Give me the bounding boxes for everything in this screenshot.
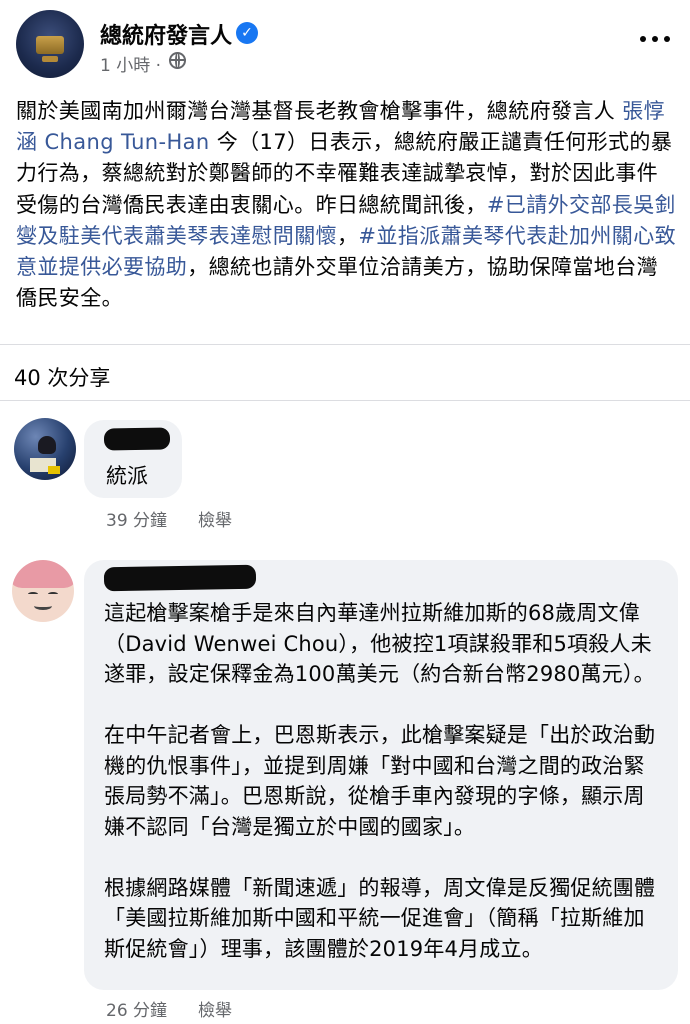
more-options-icon[interactable] <box>640 32 672 46</box>
post-text-segment: ， <box>337 223 359 248</box>
divider <box>0 344 690 345</box>
redacted-commenter-name <box>103 564 257 592</box>
share-count[interactable]: 40 次分享 <box>14 362 110 392</box>
page-name[interactable]: 總統府發言人 <box>100 18 232 50</box>
avatar-eye <box>28 592 38 596</box>
post-text-segment: 關於美國南加州爾灣台灣基督長老教會槍擊事件，總統府發言人 <box>16 99 623 123</box>
commenter-avatar[interactable] <box>12 560 74 622</box>
avatar-emblem-base <box>42 56 58 62</box>
globe-icon[interactable] <box>169 52 186 69</box>
post-header: 總統府發言人 ✓ 1 小時 · <box>0 0 690 86</box>
comment-timestamp[interactable]: 39 分鐘 <box>106 506 167 531</box>
post-text: 關於美國南加州爾灣台灣基督長老教會槍擊事件，總統府發言人 張惇涵 Chang T… <box>16 96 676 314</box>
avatar-mouth <box>34 602 52 610</box>
avatar-hair <box>12 560 74 588</box>
comment-timestamp[interactable]: 26 分鐘 <box>106 996 167 1021</box>
avatar-eye <box>48 592 58 596</box>
comment-text: 統派 <box>106 464 148 488</box>
avatar-emblem <box>36 36 64 54</box>
avatar-figure <box>38 436 56 454</box>
redacted-commenter-name <box>103 427 171 451</box>
comment-paragraph: 這起槍擊案槍手是來自內華達州拉斯維加斯的68歲周文偉（David Wenwei … <box>104 601 655 686</box>
commenter-avatar[interactable] <box>14 418 76 480</box>
report-button[interactable]: 檢舉 <box>198 506 232 531</box>
verified-badge-icon: ✓ <box>236 22 258 44</box>
comment-paragraph: 根據網路媒體「新聞速遞」的報導，周文偉是反獨促統團體「美國拉斯維加斯中國和平統一… <box>104 875 656 961</box>
divider <box>0 400 690 401</box>
comment-paragraph: 在中午記者會上，巴恩斯表示，此槍擊案疑是「出於政治動機的仇恨事件」，並提到周嫌「… <box>104 723 656 839</box>
comment-text: 這起槍擊案槍手是來自內華達州拉斯維加斯的68歲周文偉（David Wenwei … <box>104 598 664 964</box>
report-button[interactable]: 檢舉 <box>198 996 232 1021</box>
avatar-flag <box>48 466 60 474</box>
post-timestamp[interactable]: 1 小時 · <box>100 51 161 76</box>
page-avatar[interactable] <box>16 10 84 78</box>
